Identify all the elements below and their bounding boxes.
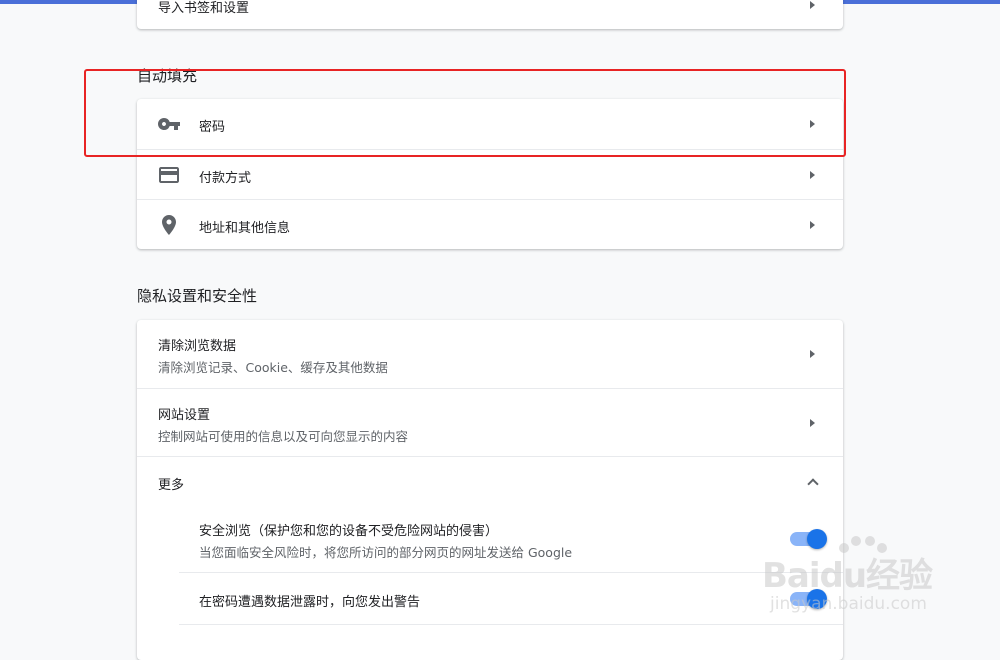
autofill-section-title: 自动填充 bbox=[137, 67, 198, 85]
chevron-right-icon bbox=[810, 0, 815, 9]
option-title: 安全浏览（保护您和您的设备不受危险网站的侵害） bbox=[199, 524, 499, 539]
autofill-item-addresses[interactable]: 地址和其他信息 bbox=[137, 199, 843, 249]
clear-browsing-data-row[interactable]: 清除浏览数据 清除浏览记录、Cookie、缓存及其他数据 bbox=[137, 320, 843, 388]
divider bbox=[179, 624, 843, 625]
location-pin-icon bbox=[157, 213, 181, 237]
row-subtitle: 清除浏览记录、Cookie、缓存及其他数据 bbox=[158, 360, 388, 375]
autofill-card: 密码 付款方式 地址和其他信息 bbox=[137, 99, 843, 249]
chevron-right-icon bbox=[810, 350, 815, 358]
more-label: 更多 bbox=[158, 478, 185, 493]
chevron-right-icon bbox=[810, 418, 815, 427]
chevron-right-icon bbox=[810, 220, 815, 229]
row-subtitle: 控制网站可使用的信息以及可向您显示的内容 bbox=[158, 429, 409, 444]
import-settings-card: 导入书签和设置 bbox=[137, 0, 843, 29]
row-title: 清除浏览数据 bbox=[158, 339, 237, 354]
autofill-item-payment[interactable]: 付款方式 bbox=[137, 149, 843, 199]
autofill-item-label: 付款方式 bbox=[199, 171, 252, 186]
autofill-item-label: 地址和其他信息 bbox=[199, 221, 291, 236]
site-settings-row[interactable]: 网站设置 控制网站可使用的信息以及可向您显示的内容 bbox=[137, 388, 843, 456]
chevron-right-icon bbox=[810, 170, 815, 179]
more-expander-row[interactable]: 更多 bbox=[137, 456, 843, 506]
key-icon bbox=[157, 112, 181, 136]
import-bookmarks-row[interactable]: 导入书签和设置 bbox=[137, 0, 843, 29]
safe-browsing-row: 安全浏览（保护您和您的设备不受危险网站的侵害） 当您面临安全风险时，将您所访问的… bbox=[137, 506, 843, 573]
option-subtitle: 当您面临安全风险时，将您所访问的部分网页的网址发送给 Google bbox=[199, 545, 573, 560]
autofill-item-passwords[interactable]: 密码 bbox=[137, 99, 843, 149]
autofill-item-label: 密码 bbox=[199, 120, 226, 135]
privacy-section-title: 隐私设置和安全性 bbox=[137, 287, 258, 305]
watermark-brand: Baidu经验 bbox=[762, 556, 933, 596]
option-title: 在密码遭遇数据泄露时，向您发出警告 bbox=[199, 595, 421, 610]
privacy-card: 清除浏览数据 清除浏览记录、Cookie、缓存及其他数据 网站设置 控制网站可使… bbox=[137, 320, 843, 660]
baidu-watermark: Baidu经验 jingyan.baidu.com bbox=[762, 534, 952, 634]
chevron-up-icon bbox=[807, 477, 819, 490]
password-leak-warning-row: 在密码遭遇数据泄露时，向您发出警告 bbox=[137, 573, 843, 625]
row-title: 网站设置 bbox=[158, 408, 211, 423]
watermark-url: jingyan.baidu.com bbox=[770, 594, 927, 614]
import-bookmarks-label: 导入书签和设置 bbox=[158, 1, 250, 16]
chevron-right-icon bbox=[810, 120, 815, 128]
credit-card-icon bbox=[157, 163, 181, 187]
